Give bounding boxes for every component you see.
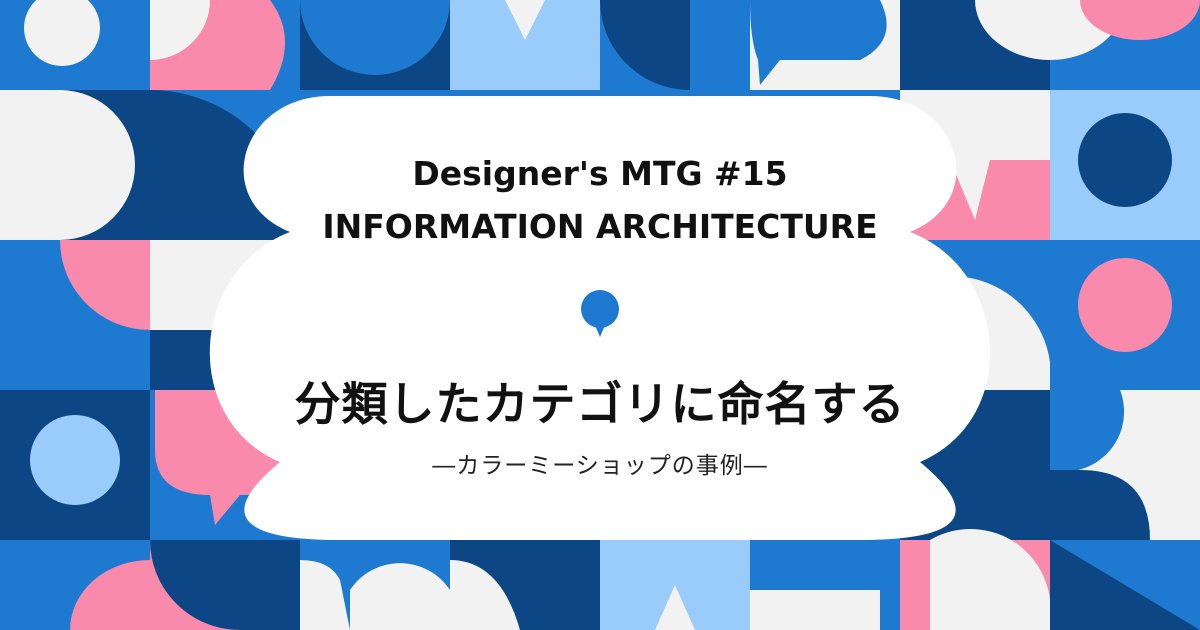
theme-title: INFORMATION ARCHITECTURE (322, 207, 878, 246)
event-banner: Designer's MTG #15 INFORMATION ARCHITECT… (0, 0, 1200, 630)
series-title: Designer's MTG #15 (412, 154, 788, 193)
subtitle: ―カラーミーショップの事例― (432, 453, 768, 479)
location-pin-icon (581, 290, 619, 337)
main-title: 分類したカテゴリに命名する (294, 377, 906, 431)
